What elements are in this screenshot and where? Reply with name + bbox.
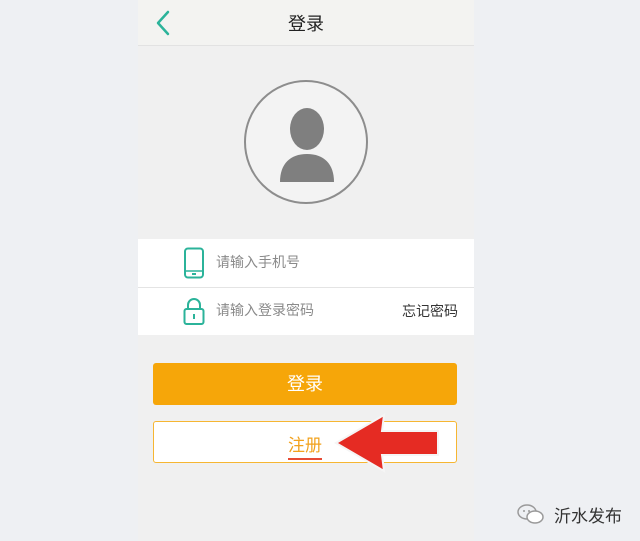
register-label: 注册 — [288, 431, 322, 460]
forgot-password-link[interactable]: 忘记密码 — [402, 301, 458, 321]
login-button[interactable]: 登录 — [153, 363, 457, 405]
password-row: 忘记密码 — [138, 287, 474, 335]
watermark-text: 沂水发布 — [554, 506, 622, 527]
login-form: 忘记密码 — [138, 239, 474, 335]
password-input[interactable] — [216, 299, 386, 323]
phone-row — [138, 239, 474, 288]
header-bar: 登录 — [138, 0, 474, 46]
lock-icon — [183, 298, 205, 325]
wechat-icon — [517, 504, 544, 524]
page-title: 登录 — [288, 14, 324, 35]
red-arrow-pointer-icon — [334, 413, 439, 473]
avatar — [244, 80, 368, 204]
watermark: 沂水发布 — [516, 499, 622, 529]
user-silhouette-icon — [280, 108, 334, 182]
phone-icon — [184, 247, 204, 279]
phone-input[interactable] — [216, 251, 386, 275]
